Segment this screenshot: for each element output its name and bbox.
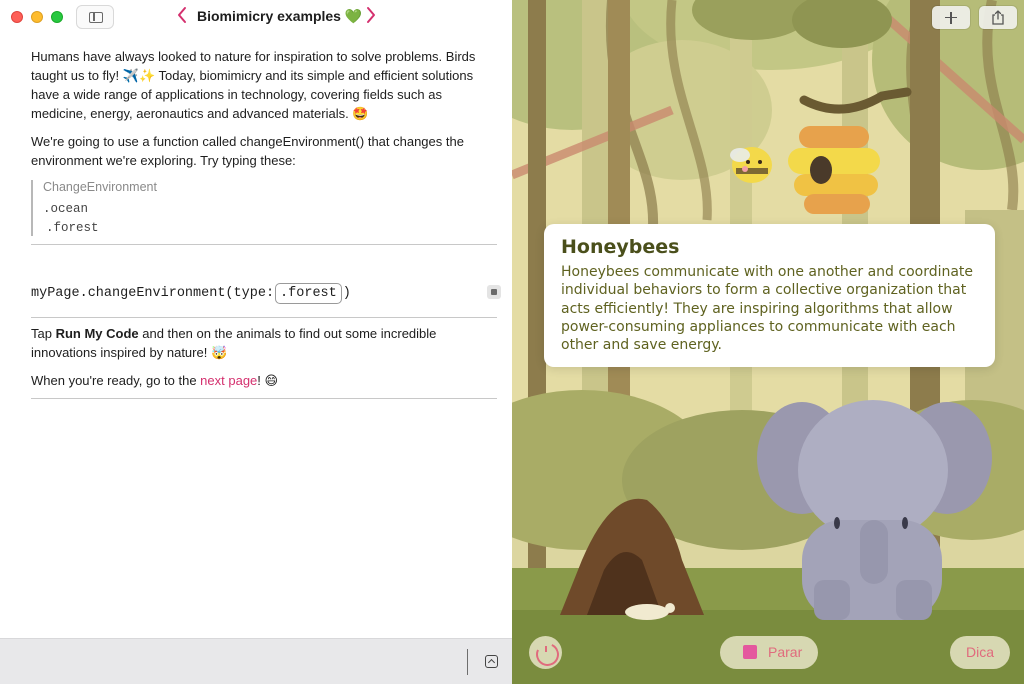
stop-icon [743, 645, 757, 659]
grin-emoji: 😄 [264, 374, 279, 389]
mind-blown-emoji: 🤯 [210, 345, 228, 361]
card-title: Honeybees [561, 236, 680, 258]
code-editor-line[interactable]: myPage.changeEnvironment(type: .forest) [31, 283, 351, 304]
intro-paragraph: Humans have always looked to nature for … [31, 48, 497, 124]
option-forest: .forest [46, 221, 99, 235]
star-eyes-emoji: 🤩 [352, 106, 369, 122]
title-bar: Biomimicry examples 💚 [0, 0, 512, 34]
code-snippet-icon[interactable] [487, 285, 501, 299]
code-suffix: ) [342, 286, 351, 301]
hint-button[interactable]: Dica [950, 636, 1010, 669]
minimize-window-button[interactable] [31, 11, 43, 23]
divider [31, 398, 497, 399]
next-page-paragraph: When you're ready, go to the next page! … [31, 372, 497, 392]
share-icon [992, 10, 1004, 25]
instructions-text-a: Tap [31, 326, 56, 341]
page-title-text: Biomimicry examples [197, 8, 341, 24]
bottom-bar [0, 638, 512, 684]
divider [31, 317, 497, 318]
bottom-bar-divider [467, 649, 468, 675]
honeybees-info-card: Honeybees Honeybees communicate with one… [544, 224, 995, 367]
next-text-a: When you're ready, go to the [31, 373, 201, 388]
chevron-left-icon [178, 7, 186, 23]
expand-console-icon[interactable] [485, 655, 498, 668]
plane-sparkles-emoji: ✈️✨ [122, 68, 156, 84]
instructions-paragraph: Tap Run My Code and then on the animals … [31, 325, 497, 363]
live-view: Honeybees Honeybees communicate with one… [512, 0, 1024, 684]
hint-label: Dica [965, 644, 994, 660]
environment-options-quote: ChangeEnvironment .ocean .forest [31, 180, 171, 236]
green-heart-emoji: 💚 [344, 9, 363, 25]
chevron-right-icon [367, 7, 375, 23]
sidebar-icon [89, 12, 103, 23]
editor-pane: Biomimicry examples 💚 Humans have always… [0, 0, 512, 684]
divider [31, 244, 497, 245]
next-page-arrow-button[interactable] [365, 6, 377, 24]
previous-page-button[interactable] [176, 6, 188, 24]
close-window-button[interactable] [11, 11, 23, 23]
stop-label: Parar [768, 644, 803, 660]
quote-heading: ChangeEnvironment [43, 180, 157, 194]
sidebar-toggle-button[interactable] [76, 5, 114, 29]
function-paragraph: We're going to use a function called cha… [31, 134, 464, 168]
page-title: Biomimicry examples 💚 [197, 8, 362, 25]
stop-button[interactable]: Parar [720, 636, 818, 669]
add-button[interactable] [932, 6, 970, 29]
code-placeholder-token[interactable]: .forest [275, 283, 342, 304]
next-page-link[interactable]: next page [200, 373, 257, 388]
zoom-window-button[interactable] [51, 11, 63, 23]
code-prefix: myPage.changeEnvironment(type: [31, 286, 275, 301]
share-button[interactable] [979, 6, 1017, 29]
card-body: Honeybees communicate with one another a… [561, 264, 974, 354]
next-text-b: ! [257, 373, 265, 388]
speed-timer-button[interactable] [529, 636, 562, 669]
option-ocean: .ocean [43, 202, 89, 216]
run-my-code-text: Run My Code [55, 326, 139, 341]
